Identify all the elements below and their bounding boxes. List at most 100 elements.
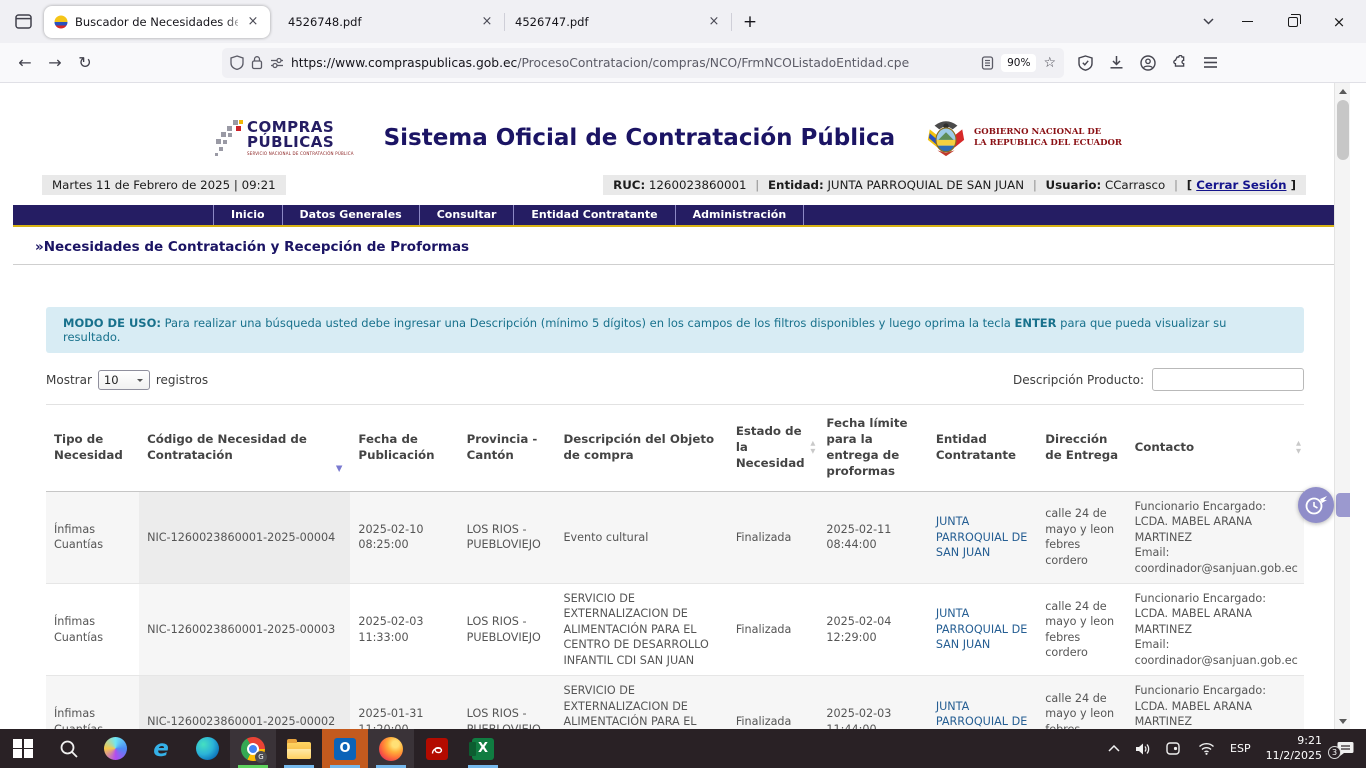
excel-icon: X bbox=[472, 738, 494, 760]
start-button[interactable] bbox=[0, 729, 46, 768]
restore-button[interactable] bbox=[1270, 0, 1316, 43]
acrobat-button[interactable] bbox=[414, 729, 460, 768]
cell-estado: Finalizada bbox=[728, 676, 819, 729]
firefox-icon bbox=[379, 737, 403, 761]
mostrar-label: Mostrar bbox=[46, 373, 92, 387]
bookmark-star-icon[interactable]: ☆ bbox=[1043, 55, 1056, 71]
copilot-button[interactable] bbox=[92, 729, 138, 768]
col-tipo[interactable]: Tipo de Necesidad bbox=[46, 405, 139, 492]
descripcion-producto-input[interactable] bbox=[1152, 368, 1304, 391]
excel-button[interactable]: X bbox=[460, 729, 506, 768]
col-entidad[interactable]: Entidad Contratante bbox=[928, 405, 1037, 492]
tab-pdf-1[interactable]: 4526748.pdf × bbox=[278, 6, 504, 38]
zoom-level-chip[interactable]: 90% bbox=[1001, 54, 1036, 72]
protections-shield-icon[interactable] bbox=[1078, 55, 1093, 71]
scrollbar-thumb[interactable] bbox=[1337, 100, 1349, 160]
account-icon[interactable] bbox=[1140, 55, 1156, 71]
col-fecha-publicacion[interactable]: Fecha de Publicación bbox=[350, 405, 458, 492]
table-row: Ínfimas Cuantías NIC-1260023860001-2025-… bbox=[46, 491, 1304, 583]
menu-item-consultar[interactable]: Consultar bbox=[420, 205, 515, 225]
reload-button[interactable]: ↻ bbox=[70, 49, 100, 77]
chrome-button[interactable]: G bbox=[230, 729, 276, 768]
meet-now-button[interactable] bbox=[1166, 742, 1183, 755]
usage-enter: ENTER bbox=[1014, 316, 1056, 330]
language-indicator[interactable]: ESP bbox=[1230, 742, 1251, 755]
tab-title-fade bbox=[226, 10, 244, 34]
page-size-select[interactable]: 10 bbox=[98, 370, 150, 390]
wifi-button[interactable] bbox=[1198, 742, 1215, 755]
menu-item-inicio[interactable]: Inicio bbox=[213, 205, 283, 225]
tab-close-icon[interactable]: × bbox=[244, 13, 262, 31]
volume-button[interactable] bbox=[1135, 742, 1151, 756]
cell-provincia: LOS RIOS - PUEBLOVIEJO bbox=[459, 583, 556, 675]
screen: Buscador de Necesidades de Co × 4526748.… bbox=[0, 0, 1366, 768]
download-icon[interactable] bbox=[1109, 55, 1124, 70]
tray-expand-button[interactable] bbox=[1108, 745, 1120, 752]
firefox-button[interactable] bbox=[368, 729, 414, 768]
separator: | bbox=[750, 178, 764, 192]
permissions-icon[interactable] bbox=[270, 57, 284, 69]
cell-fecha-publicacion: 2025-02-03 11:33:00 bbox=[350, 583, 458, 675]
firefox-view-button[interactable] bbox=[8, 8, 38, 36]
cell-descripcion: SERVICIO DE EXTERNALIZACION DE ALIMENTAC… bbox=[555, 583, 727, 675]
cell-tipo: Ínfimas Cuantías bbox=[46, 491, 139, 583]
outlook-button[interactable]: O bbox=[322, 729, 368, 768]
lock-icon[interactable] bbox=[251, 55, 263, 70]
reader-mode-icon[interactable] bbox=[981, 56, 994, 70]
tab-close-icon[interactable]: × bbox=[705, 13, 723, 31]
tab-favicon-ecuador bbox=[54, 15, 68, 29]
close-window-button[interactable]: × bbox=[1316, 0, 1362, 43]
tab-close-icon[interactable]: × bbox=[478, 13, 496, 31]
col-estado[interactable]: Estado de la Necesidad▲▼ bbox=[728, 405, 819, 492]
search-button[interactable] bbox=[46, 729, 92, 768]
clock[interactable]: 9:21 11/2/2025 bbox=[1266, 734, 1322, 763]
scroll-down-arrow[interactable] bbox=[1335, 713, 1350, 729]
logout-link[interactable]: Cerrar Sesión bbox=[1196, 178, 1286, 192]
cell-codigo: NIC-1260023860001-2025-00003 bbox=[139, 583, 350, 675]
back-button[interactable]: ← bbox=[10, 49, 40, 77]
edge-button[interactable] bbox=[184, 729, 230, 768]
col-contacto[interactable]: Contacto▲▼ bbox=[1127, 405, 1304, 492]
screen-time-widget[interactable] bbox=[1298, 487, 1334, 523]
url-path: /ProcesoContratacion/compras/NCO/FrmNCOL… bbox=[517, 56, 909, 70]
file-explorer-button[interactable] bbox=[276, 729, 322, 768]
tab-buscador[interactable]: Buscador de Necesidades de Co × bbox=[44, 6, 270, 38]
cell-contacto: Funcionario Encargado: LCDA. MABEL ARANA… bbox=[1127, 583, 1304, 675]
entidad-label: Entidad: bbox=[768, 178, 824, 192]
tracking-shield-icon[interactable] bbox=[230, 55, 244, 70]
filter-label: Descripción Producto: bbox=[1013, 373, 1144, 387]
chevron-down-icon bbox=[1203, 18, 1214, 25]
col-codigo[interactable]: Código de Necesidad de Contratación▼ bbox=[139, 405, 350, 492]
menu-hamburger-icon[interactable] bbox=[1203, 56, 1218, 69]
menu-item-entidad-contratante[interactable]: Entidad Contratante bbox=[514, 205, 675, 225]
cell-codigo: NIC-1260023860001-2025-00004 bbox=[139, 491, 350, 583]
menu-item-datos-generales[interactable]: Datos Generales bbox=[283, 205, 420, 225]
entidad-link[interactable]: JUNTA PARROQUIAL DE SAN JUAN bbox=[936, 700, 1027, 729]
gov-line1: GOBIERNO NACIONAL DE bbox=[974, 127, 1122, 138]
col-direccion[interactable]: Dirección de Entrega bbox=[1037, 405, 1126, 492]
page-scrollbar[interactable] bbox=[1334, 83, 1350, 729]
windows-icon bbox=[13, 739, 33, 759]
col-provincia[interactable]: Provincia - Cantón bbox=[459, 405, 556, 492]
minimize-button[interactable] bbox=[1224, 0, 1270, 43]
scroll-up-arrow[interactable] bbox=[1335, 83, 1350, 99]
forward-button[interactable]: → bbox=[40, 49, 70, 77]
entidad-link[interactable]: JUNTA PARROQUIAL DE SAN JUAN bbox=[936, 515, 1027, 559]
cell-fecha-publicacion: 2025-01-31 11:20:00 bbox=[350, 676, 458, 729]
cell-fecha-publicacion: 2025-02-10 08:25:00 bbox=[350, 491, 458, 583]
toolbar-right-icons bbox=[1078, 55, 1218, 71]
url-bar[interactable]: https://www.compraspublicas.gob.ec/Proce… bbox=[222, 48, 1064, 78]
notification-center-button[interactable]: 3 bbox=[1337, 741, 1354, 756]
col-fecha-limite[interactable]: Fecha límite para la entrega de proforma… bbox=[818, 405, 927, 492]
list-all-tabs-button[interactable] bbox=[1192, 8, 1224, 36]
extensions-icon[interactable] bbox=[1172, 55, 1187, 70]
new-tab-button[interactable]: + bbox=[736, 8, 764, 36]
menu-item-administracion[interactable]: Administración bbox=[676, 205, 805, 225]
col-descripcion[interactable]: Descripción del Objeto de compra bbox=[555, 405, 727, 492]
cell-direccion: calle 24 de mayo y leon febres cordero bbox=[1037, 491, 1126, 583]
logout-bracket: ] bbox=[1291, 178, 1296, 192]
entidad-link[interactable]: JUNTA PARROQUIAL DE SAN JUAN bbox=[936, 607, 1027, 651]
tab-pdf-2[interactable]: 4526747.pdf × bbox=[505, 6, 731, 38]
internet-explorer-button[interactable]: e bbox=[138, 729, 184, 768]
cell-entidad: JUNTA PARROQUIAL DE SAN JUAN bbox=[928, 583, 1037, 675]
